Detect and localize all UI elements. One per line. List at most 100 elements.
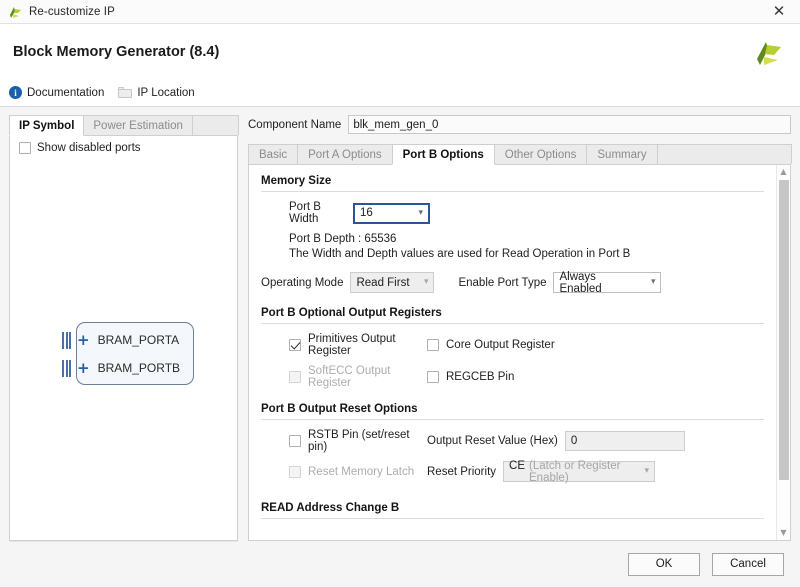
tab-summary[interactable]: Summary <box>586 144 658 164</box>
regceb-pin-checkbox[interactable] <box>427 371 439 383</box>
reset-priority-label: Reset Priority <box>427 465 497 478</box>
output-reset-value-input[interactable]: 0 <box>564 431 685 451</box>
xilinx-logo <box>757 42 781 65</box>
memory-size-note-row: The Width and Depth values are used for … <box>261 248 764 260</box>
regceb-pin-label: REGCEB Pin <box>446 371 515 383</box>
left-tabstrip: IP Symbol Power Estimation <box>9 115 239 136</box>
chevron-down-icon: ▾ <box>418 207 423 218</box>
component-name-row: Component Name blk_mem_gen_0 <box>248 115 791 134</box>
memory-size-note: The Width and Depth values are used for … <box>289 248 631 260</box>
chevron-down-icon: ▾ <box>650 277 656 287</box>
memory-size-section-title: Memory Size <box>261 175 764 192</box>
softecc-output-register-checkbox <box>289 371 301 383</box>
title-bar: Re-customize IP ✕ <box>0 0 800 24</box>
info-icon: i <box>9 86 22 99</box>
xilinx-logo-icon <box>10 6 21 18</box>
component-name-input[interactable]: blk_mem_gen_0 <box>348 115 791 134</box>
bus-connector-icon <box>62 359 71 377</box>
rstb-pin-label: RSTB Pin (set/reset pin) <box>308 429 410 453</box>
softecc-output-register-row: SoftECC Output Register <box>261 365 427 389</box>
close-icon[interactable]: ✕ <box>758 0 800 24</box>
reset-row-2: Reset Memory Latch Reset Priority CE (La… <box>261 459 764 484</box>
primitives-output-register-row[interactable]: Primitives Output Register <box>261 333 427 357</box>
read-address-change-section-title: READ Address Change B <box>261 502 764 519</box>
enable-port-type-select[interactable]: Always Enabled ▾ <box>553 270 662 295</box>
expander-plus-icon[interactable]: + <box>77 360 90 376</box>
reset-row-1: RSTB Pin (set/reset pin) Output Reset Va… <box>261 429 764 453</box>
reset-memory-latch-checkbox <box>289 465 301 478</box>
chevron-down-icon: ▾ <box>423 277 429 287</box>
dialog-header: Block Memory Generator (8.4) <box>0 24 800 79</box>
softecc-output-register-label: SoftECC Output Register <box>308 365 391 389</box>
scrollbar-thumb[interactable] <box>778 180 789 481</box>
port-b-width-label: Port B Width <box>289 201 321 225</box>
reset-memory-latch-row: Reset Memory Latch <box>261 465 427 478</box>
core-output-register-label: Core Output Register <box>446 339 555 351</box>
port-b-depth-text: Port B Depth : 65536 <box>289 233 397 245</box>
reset-priority-suffix: (Latch or Register Enable) <box>529 459 621 484</box>
tab-other-options[interactable]: Other Options <box>493 144 588 164</box>
re-customize-ip-dialog: Re-customize IP ✕ Block Memory Generator… <box>0 0 800 587</box>
reset-priority-value: CE <box>509 459 526 472</box>
operating-mode-label: Operating Mode <box>261 276 344 289</box>
vertical-scrollbar[interactable]: ▲ ▼ <box>776 165 790 540</box>
enable-port-type-label: Enable Port Type <box>458 276 547 289</box>
page-title: Block Memory Generator (8.4) <box>13 43 220 60</box>
tab-content-scroll-area: Memory Size Port B Width 16 ▾ Port B Dep… <box>249 165 776 540</box>
bus-connector-icon <box>62 331 71 349</box>
title-bar-text: Re-customize IP <box>29 5 115 18</box>
tab-basic[interactable]: Basic <box>248 144 299 164</box>
rstb-pin-checkbox[interactable] <box>289 435 301 447</box>
regceb-pin-row[interactable]: REGCEB Pin <box>427 371 514 383</box>
main-tabstrip: Basic Port A Options Port B Options Othe… <box>248 144 792 165</box>
port-b-width-row: Port B Width 16 ▾ <box>261 201 764 225</box>
port-label-a: BRAM_PORTA <box>97 333 180 347</box>
dialog-body: IP Symbol Power Estimation Show disabled… <box>0 107 800 541</box>
chevron-down-icon: ▾ <box>644 466 650 476</box>
ip-symbol-pane: Show disabled ports + BRAM_PORTA + BRAM_… <box>9 136 238 541</box>
tab-port-a-options[interactable]: Port A Options <box>297 144 393 164</box>
core-output-register-checkbox[interactable] <box>427 339 439 351</box>
tab-port-b-options[interactable]: Port B Options <box>391 144 495 165</box>
output-reset-value-label: Output Reset Value (Hex) <box>427 435 558 447</box>
left-panel: IP Symbol Power Estimation Show disabled… <box>9 115 239 541</box>
scroll-up-icon[interactable]: ▲ <box>777 165 791 179</box>
expander-plus-icon[interactable]: + <box>77 332 90 348</box>
enable-port-type-value: Always Enabled <box>559 270 602 295</box>
tab-power-estimation[interactable]: Power Estimation <box>83 115 193 135</box>
documentation-label: Documentation <box>27 86 105 99</box>
component-name-label: Component Name <box>248 118 342 131</box>
left-tabstrip-filler <box>191 115 239 135</box>
right-panel: Component Name blk_mem_gen_0 Basic Port … <box>248 115 792 541</box>
port-row-bram-portb[interactable]: + BRAM_PORTB <box>10 358 180 378</box>
dialog-footer: OK Cancel <box>0 541 800 587</box>
output-reset-options-section-title: Port B Output Reset Options <box>261 403 764 420</box>
operating-mode-value: Read First <box>356 276 410 289</box>
cancel-button[interactable]: Cancel <box>712 552 784 576</box>
scroll-down-icon[interactable]: ▼ <box>777 526 791 540</box>
primitives-output-register-label: Primitives Output Register <box>308 333 396 357</box>
main-tabstrip-filler <box>656 144 792 164</box>
rstb-pin-row[interactable]: RSTB Pin (set/reset pin) <box>261 429 427 453</box>
optional-output-registers-section-title: Port B Optional Output Registers <box>261 307 764 324</box>
scrollbar-track[interactable] <box>777 179 791 526</box>
primitives-output-register-checkbox[interactable] <box>289 339 301 351</box>
ip-symbol-canvas: + BRAM_PORTA + BRAM_PORTB <box>10 136 237 540</box>
port-b-width-value: 16 <box>360 207 373 219</box>
ip-location-label: IP Location <box>137 86 195 99</box>
output-registers-row-2: SoftECC Output Register REGCEB Pin <box>261 365 764 389</box>
ip-location-link[interactable]: IP Location <box>118 86 195 99</box>
tab-ip-symbol[interactable]: IP Symbol <box>9 115 85 136</box>
operating-mode-row: Operating Mode Read First ▾ Enable Port … <box>261 270 764 295</box>
operating-mode-select[interactable]: Read First ▾ <box>350 272 435 293</box>
port-row-bram-porta[interactable]: + BRAM_PORTA <box>10 330 179 350</box>
tab-content-panel: Memory Size Port B Width 16 ▾ Port B Dep… <box>248 165 791 541</box>
documentation-link[interactable]: i Documentation <box>9 86 104 99</box>
folder-icon <box>118 87 133 98</box>
port-b-width-select[interactable]: 16 ▾ <box>353 202 430 224</box>
reset-priority-select[interactable]: CE (Latch or Register Enable) ▾ <box>503 459 656 484</box>
port-label-b: BRAM_PORTB <box>97 361 181 375</box>
ok-button[interactable]: OK <box>628 552 700 576</box>
port-b-depth-row: Port B Depth : 65536 <box>261 233 764 245</box>
core-output-register-row[interactable]: Core Output Register <box>427 339 555 351</box>
